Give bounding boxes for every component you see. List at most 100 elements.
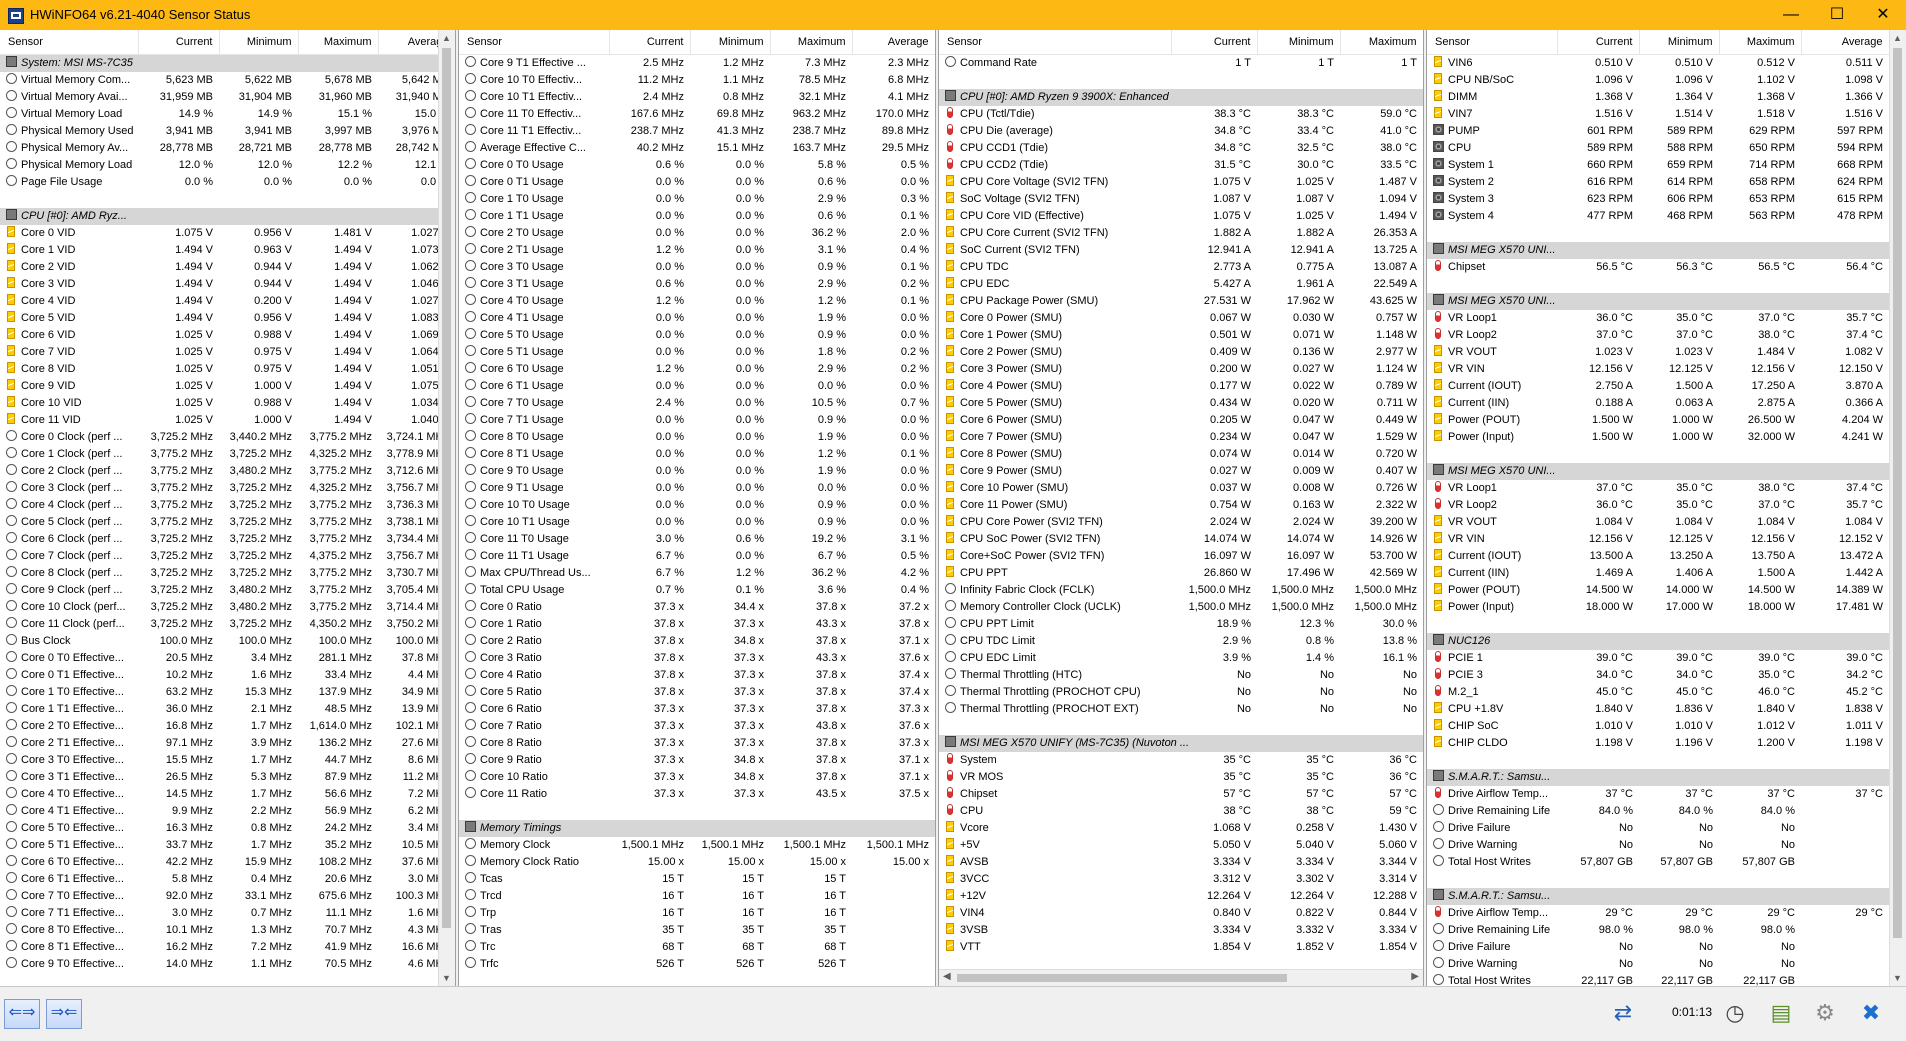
sensor-row[interactable]: Trcd 16 T 16 T 16 T [459, 888, 935, 905]
close-icon[interactable]: ✖ [1852, 997, 1890, 1031]
sensor-row[interactable]: Current (IIN) 0.188 A 0.063 A 2.875 A 0.366 … [1427, 395, 1889, 412]
sensor-row[interactable]: Core 10 Power (SMU) 0.037 W 0.008 W 0.726 W [939, 480, 1423, 497]
column-header-maximum[interactable]: Maximum [1719, 30, 1802, 55]
sensor-pane-2[interactable]: Sensor Current Minimum Maximum Average Core … [459, 30, 935, 986]
sensor-group-header[interactable]: CPU [#0]: AMD Ryzen 9 3900X: Enhanced [939, 89, 1423, 106]
sensor-row[interactable]: Current (IIN) 1.469 A 1.406 A 1.500 A 1.442 … [1427, 565, 1889, 582]
sensor-row[interactable]: Core 5 VID 1.494 V 0.956 V 1.494 V 1.083 V [0, 310, 455, 327]
maximize-button[interactable]: ☐ [1814, 0, 1860, 30]
sensor-row[interactable]: Core 2 T0 Usage 0.0 % 0.0 % 36.2 % 2.0 % [459, 225, 935, 242]
sensor-row[interactable]: Core 7 T0 Effective... 92.0 MHz 33.1 MHz 67… [0, 888, 455, 905]
column-header-sensor[interactable]: Sensor [459, 30, 610, 55]
sensor-row[interactable]: +12V 12.264 V 12.264 V 12.288 V [939, 888, 1423, 905]
sensor-row[interactable]: Core 4 Ratio 37.8 x 37.3 x 37.8 x 37.4 x [459, 667, 935, 684]
sensor-row[interactable]: Drive Airflow Temp... 29 °C 29 °C 29 °C 29 °… [1427, 905, 1889, 922]
sensor-row[interactable]: Power (POUT) 1.500 W 1.000 W 26.500 W 4.204 … [1427, 412, 1889, 429]
sensor-row[interactable]: Power (Input) 1.500 W 1.000 W 32.000 W 4.241… [1427, 429, 1889, 446]
sensor-row[interactable]: VR VOUT 1.023 V 1.023 V 1.484 V 1.082 V [1427, 344, 1889, 361]
sensor-row[interactable]: Drive Warning No No No [1427, 837, 1889, 854]
sensor-row[interactable]: VTT 1.854 V 1.852 V 1.854 V [939, 939, 1423, 956]
sensor-row[interactable]: SoC Current (SVI2 TFN) 12.941 A 12.941 A 13… [939, 242, 1423, 259]
sensor-row[interactable]: PCIE 1 39.0 °C 39.0 °C 39.0 °C 39.0 °C [1427, 650, 1889, 667]
sensor-row[interactable]: Core 5 T0 Usage 0.0 % 0.0 % 0.9 % 0.0 % [459, 327, 935, 344]
sensor-row[interactable]: +5V 5.050 V 5.040 V 5.060 V [939, 837, 1423, 854]
sensor-group-header[interactable]: MSI MEG X570 UNI... [1427, 293, 1889, 310]
sensor-row[interactable]: Core 0 Clock (perf ... 3,725.2 MHz 3,440.2… [0, 429, 455, 446]
sensor-row[interactable]: Core 9 T1 Effective ... 2.5 MHz 1.2 MHz 7.3… [459, 55, 935, 73]
column-header-current[interactable]: Current [609, 30, 691, 55]
sensor-row[interactable]: Power (POUT) 14.500 W 14.000 W 14.500 W 14.3… [1427, 582, 1889, 599]
sensor-row[interactable]: Core 5 Clock (perf ... 3,775.2 MHz 3,725.2… [0, 514, 455, 531]
sensor-pane-3[interactable]: Sensor Current Minimum Maximum Command Rate… [939, 30, 1423, 986]
expand-columns-button[interactable]: ⇐⇒ [4, 999, 40, 1029]
sensor-row[interactable]: Core 5 T0 Effective... 16.3 MHz 0.8 MHz 24.… [0, 820, 455, 837]
sensor-row[interactable]: Core 11 T0 Effectiv... 167.6 MHz 69.8 MHz 9… [459, 106, 935, 123]
sensor-group-header[interactable]: CPU [#0]: AMD Ryz... [0, 208, 455, 225]
sensor-row[interactable]: Core 9 Ratio 37.3 x 34.8 x 37.8 x 37.1 x [459, 752, 935, 769]
sensor-row[interactable]: Core 0 Power (SMU) 0.067 W 0.030 W 0.757 W [939, 310, 1423, 327]
column-header-maximum[interactable]: Maximum [770, 30, 853, 55]
sensor-row[interactable]: 3VSB 3.334 V 3.332 V 3.334 V [939, 922, 1423, 939]
sensor-pane-1[interactable]: Sensor Current Minimum Maximum Average Syste… [0, 30, 455, 986]
sensor-row[interactable]: Core 7 T1 Effective... 3.0 MHz 0.7 MHz 11.1… [0, 905, 455, 922]
sensor-row[interactable]: Core 9 T0 Usage 0.0 % 0.0 % 1.9 % 0.0 % [459, 463, 935, 480]
sensor-row[interactable]: Core 3 Power (SMU) 0.200 W 0.027 W 1.124 W [939, 361, 1423, 378]
sensor-row[interactable]: Core 5 Ratio 37.8 x 37.3 x 37.8 x 37.4 x [459, 684, 935, 701]
sensor-row[interactable]: Core 2 Clock (perf ... 3,775.2 MHz 3,480.2… [0, 463, 455, 480]
sensor-row[interactable]: Core 6 T1 Effective... 5.8 MHz 0.4 MHz 20.6… [0, 871, 455, 888]
sensor-row[interactable]: Core 10 Clock (perf... 3,725.2 MHz 3,480.2… [0, 599, 455, 616]
sensor-row[interactable]: Power (Input) 18.000 W 17.000 W 18.000 W 17.… [1427, 599, 1889, 616]
sensor-row[interactable]: Core 7 T1 Usage 0.0 % 0.0 % 0.9 % 0.0 % [459, 412, 935, 429]
sensor-row[interactable]: Core 10 T0 Usage 0.0 % 0.0 % 0.9 % 0.0 % [459, 497, 935, 514]
sensor-row[interactable]: Core 2 Power (SMU) 0.409 W 0.136 W 2.977 W [939, 344, 1423, 361]
sensor-row[interactable]: VR Loop2 37.0 °C 37.0 °C 38.0 °C 37.4 °C [1427, 327, 1889, 344]
sensor-row[interactable]: Drive Failure No No No [1427, 939, 1889, 956]
sensor-row[interactable]: Core 6 T1 Usage 0.0 % 0.0 % 0.0 % 0.0 % [459, 378, 935, 395]
sensor-row[interactable]: Core 7 Clock (perf ... 3,725.2 MHz 3,725.2… [0, 548, 455, 565]
sensor-row[interactable]: Chipset 56.5 °C 56.3 °C 56.5 °C 56.4 °C [1427, 259, 1889, 276]
sensor-row[interactable]: Virtual Memory Avai... 31,959 MB 31,904 MB… [0, 89, 455, 106]
sensor-row[interactable]: Trfc 526 T 526 T 526 T [459, 956, 935, 973]
column-header-current[interactable]: Current [138, 30, 220, 55]
sensor-row[interactable]: Core 4 T0 Usage 1.2 % 0.0 % 1.2 % 0.1 % [459, 293, 935, 310]
sensor-row[interactable]: Average Effective C... 40.2 MHz 15.1 MHz 16… [459, 140, 935, 157]
sensor-row[interactable]: Current (IOUT) 2.750 A 1.500 A 17.250 A 3.87… [1427, 378, 1889, 395]
sensor-row[interactable]: Core 6 Clock (perf ... 3,725.2 MHz 3,725.2… [0, 531, 455, 548]
sensor-row[interactable]: DIMM 1.368 V 1.364 V 1.368 V 1.366 V [1427, 89, 1889, 106]
sensor-row[interactable]: Core 2 T0 Effective... 16.8 MHz 1.7 MHz 1,6… [0, 718, 455, 735]
sensor-row[interactable]: Infinity Fabric Clock (FCLK) 1,500.0 MHz 1… [939, 582, 1423, 599]
sensor-row[interactable]: Core 7 T0 Usage 2.4 % 0.0 % 10.5 % 0.7 % [459, 395, 935, 412]
sensor-row[interactable]: CPU Core VID (Effective) 1.075 V 1.025 V 1.… [939, 208, 1423, 225]
sensor-row[interactable]: CHIP CLDO 1.198 V 1.196 V 1.200 V 1.198 V [1427, 735, 1889, 752]
sensor-row[interactable]: Core 0 T0 Effective... 20.5 MHz 3.4 MHz 281… [0, 650, 455, 667]
sensor-group-header[interactable]: S.M.A.R.T.: Samsu... [1427, 888, 1889, 905]
sensor-row[interactable]: Vcore 1.068 V 0.258 V 1.430 V [939, 820, 1423, 837]
sensor-row[interactable]: VR MOS 35 °C 35 °C 36 °C [939, 769, 1423, 786]
column-header-sensor[interactable]: Sensor [0, 30, 139, 55]
sensor-row[interactable]: Bus Clock 100.0 MHz 100.0 MHz 100.0 MHz 100.… [0, 633, 455, 650]
sensor-row[interactable]: Total Host Writes 57,807 GB 57,807 GB 57,80… [1427, 854, 1889, 871]
sensor-row[interactable]: Core 7 Ratio 37.3 x 37.3 x 43.8 x 37.6 x [459, 718, 935, 735]
report-icon[interactable]: ▤ [1762, 997, 1800, 1031]
sensor-row[interactable]: Core 8 T0 Usage 0.0 % 0.0 % 1.9 % 0.0 % [459, 429, 935, 446]
sensor-row[interactable]: Trc 68 T 68 T 68 T [459, 939, 935, 956]
sensor-row[interactable]: CPU Die (average) 34.8 °C 33.4 °C 41.0 °C [939, 123, 1423, 140]
sensor-row[interactable]: VR Loop2 36.0 °C 35.0 °C 37.0 °C 35.7 °C [1427, 497, 1889, 514]
sensor-row[interactable]: System 35 °C 35 °C 36 °C [939, 752, 1423, 769]
sensor-row[interactable]: Core 4 T1 Effective... 9.9 MHz 2.2 MHz 56.9… [0, 803, 455, 820]
sensor-row[interactable]: CPU CCD1 (Tdie) 34.8 °C 32.5 °C 38.0 °C [939, 140, 1423, 157]
sensor-row[interactable]: Memory Clock Ratio 15.00 x 15.00 x 15.00 x 1… [459, 854, 935, 871]
sensor-row[interactable]: Trp 16 T 16 T 16 T [459, 905, 935, 922]
sensor-row[interactable]: Core 5 Power (SMU) 0.434 W 0.020 W 0.711 W [939, 395, 1423, 412]
sensor-row[interactable]: Drive Remaining Life 84.0 % 84.0 % 84.0 % [1427, 803, 1889, 820]
vertical-scrollbar[interactable]: ▲ ▼ [438, 30, 455, 986]
sensor-row[interactable]: Core 8 Clock (perf ... 3,725.2 MHz 3,725.2… [0, 565, 455, 582]
sensor-row[interactable]: Physical Memory Used 3,941 MB 3,941 MB 3,99… [0, 123, 455, 140]
sensor-row[interactable]: Tras 35 T 35 T 35 T [459, 922, 935, 939]
clock-icon[interactable]: ◷ [1716, 997, 1754, 1031]
sensor-pane-4[interactable]: Sensor Current Minimum Maximum Average VIN6 0… [1427, 30, 1906, 986]
sensor-row[interactable]: Core 8 VID 1.025 V 0.975 V 1.494 V 1.051 V [0, 361, 455, 378]
network-icon[interactable]: ⇄ [1604, 997, 1642, 1031]
sensor-row[interactable]: Core 0 T0 Usage 0.6 % 0.0 % 5.8 % 0.5 % [459, 157, 935, 174]
sensor-group-header[interactable]: MSI MEG X570 UNIFY (MS-7C35) (Nuvoton ..… [939, 735, 1423, 752]
